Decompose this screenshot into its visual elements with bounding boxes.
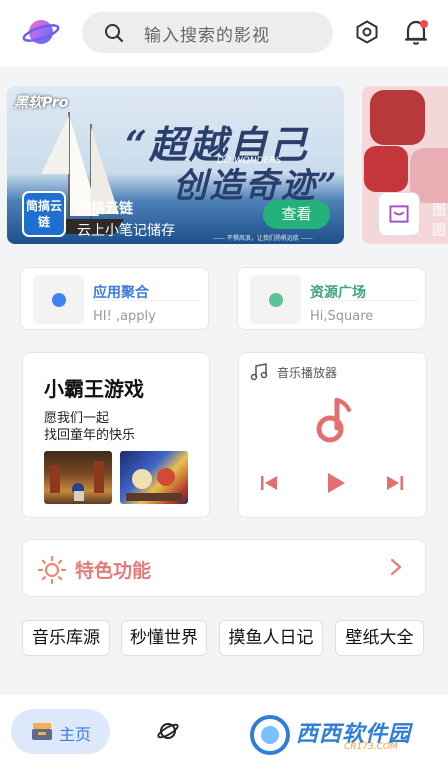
tag-wallpapers[interactable]: 壁纸大全 [335,620,424,656]
banner2-tile [370,90,425,145]
tag-instant-world[interactable]: 秒懂世界 [121,620,207,656]
planet-logo-icon[interactable] [22,14,60,50]
watermark-sub: CR173.COM [344,742,398,752]
search-icon [105,24,124,43]
banner-slide[interactable]: 黑软Pro “超越自己 创造奇迹” DO WONDERS —— 不惧风浪，让我们… [7,86,344,244]
notification-bell-icon[interactable] [404,18,430,46]
watermark-logo: 西西软件园 CR173.COM [248,712,428,758]
banner-app-icon: 简搞云链 [22,191,66,237]
banner-app-desc: 云上小笔记储存 [77,223,175,239]
entry-desc: Hi,Square [310,309,374,324]
entry-app-aggregation[interactable]: 应用聚合 HI! ,apply [20,267,209,330]
nav-planet-icon[interactable] [157,720,179,742]
banner2-bag-icon [378,192,420,236]
music-note-icon [250,363,268,381]
entry-icon-box [33,275,84,324]
game-card-title: 小霸王游戏 [44,377,144,401]
banner-view-button[interactable]: 查看 [263,200,330,229]
settings-hexagon-icon[interactable] [355,20,379,44]
banner-slide-next[interactable]: 图 图 [362,86,448,244]
green-dot-icon [269,293,283,307]
blue-dot-icon [52,293,66,307]
game-card-desc-line2: 找回童年的快乐 [44,428,136,443]
game-card[interactable]: 小霸王游戏 愿我们一起 找回童年的快乐 [22,352,210,518]
banner2-app-desc: 图 [432,223,446,239]
banner-slogan-en: DO WONDERS [217,156,282,166]
game-screenshot [120,451,188,504]
feature-bar[interactable]: 特色功能 [22,539,426,597]
search-bar[interactable]: 输入搜索的影视 [82,12,333,53]
music-player-label: 音乐播放器 [277,366,338,380]
play-icon[interactable] [325,471,347,495]
entry-title: 应用聚合 [93,285,149,301]
game-screenshot [44,451,112,504]
tag-slacker-diary[interactable]: 摸鱼人日记 [219,620,323,656]
nav-tab-home[interactable]: 主页 [11,709,110,754]
banner-app-name: 简搞云链 [77,201,133,217]
bottom-nav: 主页 西西软件园 CR173.COM [0,693,448,765]
sun-icon [37,555,67,585]
entry-desc: HI! ,apply [93,309,156,324]
chevron-right-icon[interactable] [389,557,403,577]
nav-home-label: 主页 [59,725,92,744]
music-player-card[interactable]: 音乐播放器 [238,352,427,518]
feature-title: 特色功能 [75,560,152,582]
divider [310,300,418,301]
banner2-tile [364,146,408,192]
entry-icon-box [250,275,301,324]
home-icon [32,723,52,740]
divider [93,300,201,301]
music-logo-icon [316,398,351,443]
entry-resource-square[interactable]: 资源广场 Hi,Square [237,267,426,330]
banner2-app-name: 图 [432,203,446,219]
search-placeholder[interactable]: 输入搜索的影视 [144,21,270,46]
banner-tagline: —— 不惧风浪，让我们扬帆远航 —— [213,235,313,242]
entry-title: 资源广场 [310,285,366,301]
previous-track-icon[interactable] [259,473,279,493]
top-bar: 输入搜索的影视 [0,0,448,66]
tag-music-library[interactable]: 音乐库源 [22,620,110,656]
next-track-icon[interactable] [385,473,405,493]
